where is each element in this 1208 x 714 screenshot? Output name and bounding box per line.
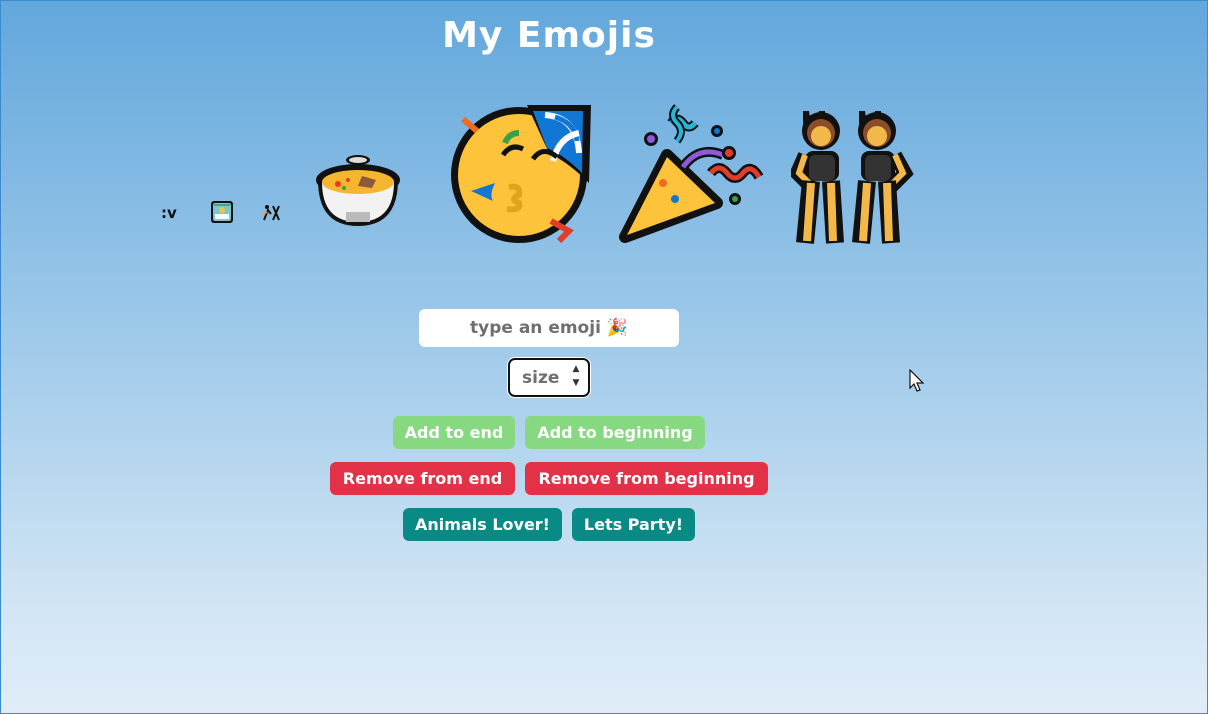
person-dancing-icon [261, 202, 281, 227]
add-to-beginning-button[interactable]: Add to beginning [525, 416, 705, 449]
remove-from-end-button[interactable]: Remove from end [330, 462, 515, 495]
women-with-bunny-ears-icon [788, 103, 923, 253]
mouse-pointer-icon [909, 368, 925, 397]
size-input-placeholder: size [522, 368, 560, 388]
decrement-icon[interactable]: ▼ [568, 377, 584, 390]
partying-face-icon [449, 103, 591, 249]
lets-party-button[interactable]: Lets Party! [572, 508, 695, 541]
remove-from-beginning-button[interactable]: Remove from beginning [525, 462, 768, 495]
emoji-item-text: :v [161, 204, 177, 222]
animals-lover-button[interactable]: Animals Lover! [403, 508, 562, 541]
increment-icon[interactable]: ▲ [568, 363, 584, 376]
framed-picture-icon [210, 200, 234, 229]
party-popper-icon [619, 103, 765, 253]
size-stepper[interactable]: size ▲ ▼ [508, 358, 590, 397]
emoji-list: :v [1, 1, 1208, 261]
size-spinner[interactable]: ▲ ▼ [568, 363, 584, 392]
stew-pot-icon [314, 154, 402, 234]
add-to-end-button[interactable]: Add to end [393, 416, 515, 449]
emoji-input[interactable] [419, 309, 679, 347]
